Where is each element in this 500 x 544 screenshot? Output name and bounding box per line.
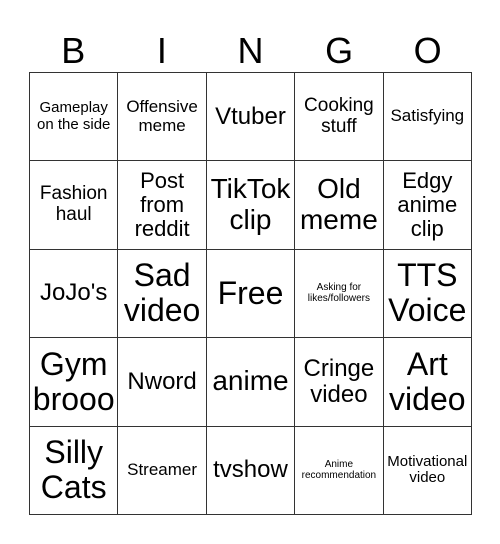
bingo-cell[interactable]: TTS Voice xyxy=(383,249,472,339)
free-space-cell[interactable]: Free xyxy=(206,249,296,339)
bingo-cell[interactable]: Anime recommendation xyxy=(295,426,384,515)
header-letter-g: G xyxy=(325,30,354,71)
bingo-cell[interactable]: Fashion haul xyxy=(30,161,119,250)
bingo-cell[interactable]: Gym brooo xyxy=(30,338,119,427)
bingo-cell[interactable]: Cringe video xyxy=(295,338,384,427)
bingo-cell[interactable]: Art video xyxy=(383,338,472,427)
bingo-cell[interactable]: Vtuber xyxy=(206,73,296,162)
header-letter-o: O xyxy=(413,30,442,71)
bingo-grid: Gameplay on the side Offensive meme Vtub… xyxy=(29,72,472,515)
bingo-cell[interactable]: Offensive meme xyxy=(118,73,207,162)
bingo-cell[interactable]: tvshow xyxy=(206,426,296,515)
bingo-cell[interactable]: Old meme xyxy=(295,161,384,250)
bingo-cell[interactable]: Silly Cats xyxy=(30,426,119,515)
bingo-cell[interactable]: Post from reddit xyxy=(118,161,207,250)
bingo-cell[interactable]: Sad video xyxy=(118,249,207,339)
bingo-cell[interactable]: anime xyxy=(206,338,296,427)
bingo-cell[interactable]: JoJo's xyxy=(30,249,119,339)
bingo-cell[interactable]: Gameplay on the side xyxy=(30,73,119,162)
bingo-cell[interactable]: Satisfying xyxy=(383,73,472,162)
bingo-cell[interactable]: Streamer xyxy=(118,426,207,515)
bingo-cell[interactable]: TikTok clip xyxy=(206,161,296,250)
bingo-cell[interactable]: Asking for likes/followers xyxy=(295,249,384,339)
bingo-cell[interactable]: Nword xyxy=(118,338,207,427)
bingo-cell[interactable]: Cooking stuff xyxy=(295,73,384,162)
bingo-cell[interactable]: Motivational video xyxy=(383,426,472,515)
bingo-header: B I N G O xyxy=(29,30,472,72)
bingo-cell[interactable]: Edgy anime clip xyxy=(383,161,472,250)
header-letter-n: N xyxy=(237,30,264,71)
header-letter-i: I xyxy=(156,30,167,71)
header-letter-b: B xyxy=(61,30,86,71)
